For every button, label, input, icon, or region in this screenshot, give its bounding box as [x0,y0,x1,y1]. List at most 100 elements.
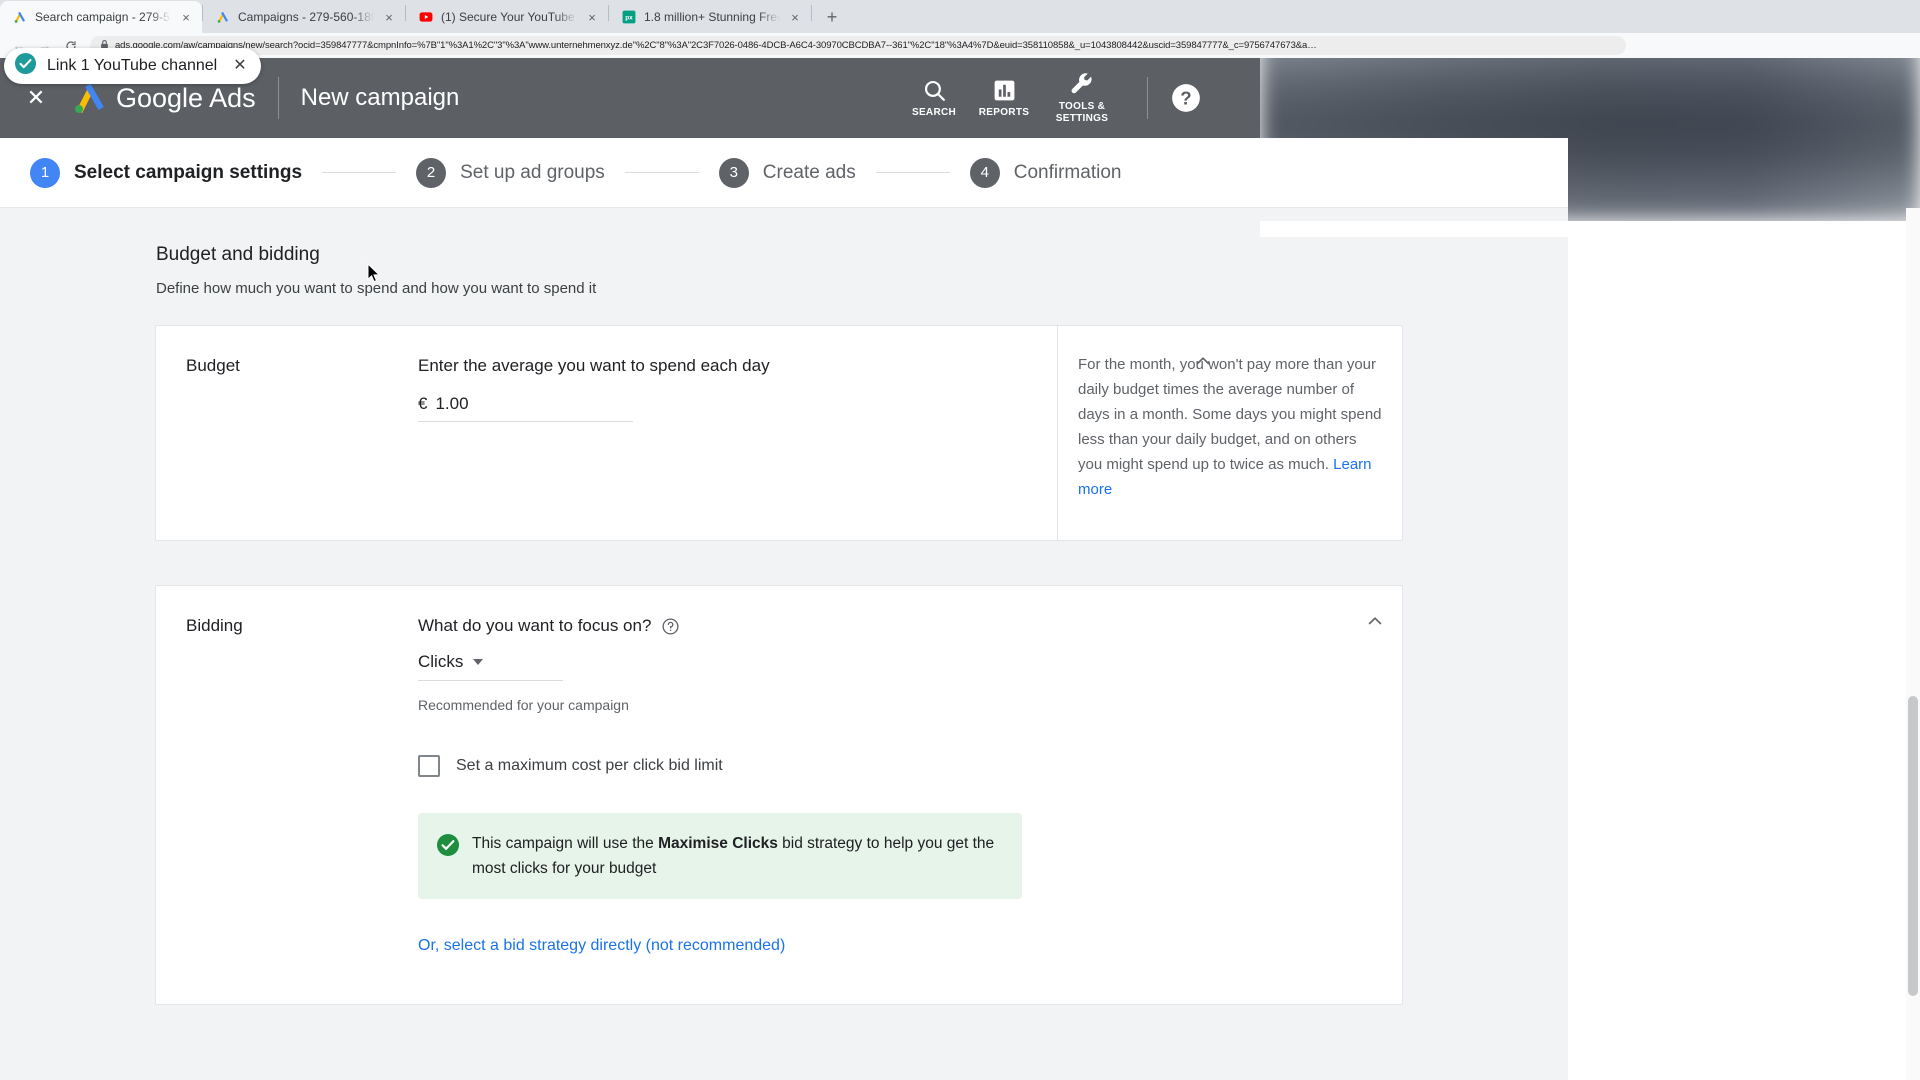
page-title: New campaign [300,84,460,111]
browser-toolbar: ← → ads.google.com/aw/campaigns/new/sear… [0,33,1920,58]
cpc-limit-label: Set a maximum cost per click bid limit [456,757,723,774]
tab-separator [811,4,812,21]
budget-amount-value: 1.00 [435,394,469,413]
tools-label-line1: TOOLS & [1058,101,1106,112]
page-right-filler-2 [1260,221,1568,237]
page-scrollbar[interactable] [1906,208,1920,1080]
search-icon [922,77,947,103]
note-text-before: This campaign will use the [472,835,659,852]
bidding-focus-value: Clicks [418,652,464,671]
reports-button-label: REPORTS [978,107,1030,118]
google-ads-logo-icon [72,83,106,113]
bidding-focus-hint: Recommended for your campaign [418,697,629,713]
google-ads-icon [12,9,28,25]
bidding-card-main: What do you want to focus on? Clicks Rec… [418,586,1402,1004]
google-ads-logo[interactable]: Google Ads [72,83,256,114]
browser-tab-title: Search campaign - 279-560-1 [35,10,171,24]
step-connector [875,172,950,173]
bidding-question: What do you want to focus on? [418,616,652,635]
step-number: 4 [969,157,1000,188]
browser-tab-title: 1.8 million+ Stunning Free Ima [644,10,780,24]
cpc-limit-row[interactable]: Set a maximum cost per click bid limit [418,755,1402,777]
address-bar-url: ads.google.com/aw/campaigns/new/search?o… [115,40,1317,51]
budget-input[interactable]: € 1.00 [418,394,633,422]
mouse-cursor [367,262,381,283]
step-confirmation[interactable]: 4 Confirmation [969,157,1122,188]
tools-settings-button-label: TOOLS & SETTINGS [1056,101,1108,125]
step-number: 1 [30,157,60,188]
close-icon[interactable]: ✕ [233,58,246,74]
step-set-up-ad-groups[interactable]: 2 Set up ad groups [416,157,605,188]
check-circle-filled-icon [436,833,460,862]
pexels-icon: px [621,9,637,25]
close-icon[interactable]: × [178,9,194,25]
browser-tab-strip: Search campaign - 279-560-1 × Campaigns … [0,0,1920,33]
google-ads-wordmark: Google Ads [116,82,256,113]
header-actions: SEARCH REPORTS TOOLS & SETTINGS ? [899,58,1260,138]
step-connector [624,172,699,173]
reports-button[interactable]: REPORTS [969,58,1039,138]
close-icon[interactable]: × [787,9,803,25]
select-bid-strategy-link[interactable]: Or, select a bid strategy directly (not … [418,937,785,955]
reports-bar-chart-icon [992,77,1017,103]
budget-question: Enter the average you want to spend each… [418,356,770,375]
new-tab-button[interactable]: + [818,3,846,31]
bidding-card-label: Bidding [186,616,243,635]
close-icon[interactable]: × [584,9,600,25]
svg-text:px: px [625,15,633,22]
browser-tab-1[interactable]: Search campaign - 279-560-1 × [0,1,202,33]
chevron-down-icon [473,659,484,665]
step-create-ads[interactable]: 3 Create ads [718,157,856,188]
step-label: Confirmation [1013,161,1122,183]
tools-settings-button[interactable]: TOOLS & SETTINGS [1039,58,1125,138]
page-scrollbar-thumb[interactable] [1908,696,1918,996]
content-container: Budget and bidding Define how much you w… [0,208,1568,1005]
step-connector [322,172,397,173]
step-number: 3 [718,157,749,188]
budget-card-main: Enter the average you want to spend each… [418,326,1057,540]
link-youtube-channel-toast[interactable]: Link 1 YouTube channel ✕ [4,48,261,84]
chevron-up-icon[interactable] [1190,348,1216,374]
bid-strategy-note: This campaign will use the Maximise Clic… [418,813,1022,899]
header-divider [277,77,279,119]
close-icon[interactable]: × [381,9,397,25]
svg-text:?: ? [1180,88,1191,109]
search-button[interactable]: SEARCH [899,58,969,138]
step-number: 2 [416,157,447,188]
help-button[interactable]: ? [1170,82,1202,114]
header-actions-divider [1147,77,1148,119]
budget-card-label: Budget [186,356,240,375]
page-body: Budget and bidding Define how much you w… [0,208,1568,1080]
cpc-limit-checkbox[interactable] [418,755,440,777]
browser-tab-4[interactable]: px 1.8 million+ Stunning Free Ima × [609,1,811,33]
campaign-stepper: 1 Select campaign settings 2 Set up ad g… [0,138,1568,208]
page-right-filler [1568,221,1920,1080]
help-circle-icon[interactable] [661,617,680,636]
address-bar[interactable]: ads.google.com/aw/campaigns/new/search?o… [90,36,1626,55]
budget-help-text: For the month, you won't pay more than y… [1057,326,1402,540]
step-label: Set up ad groups [460,161,605,183]
google-ads-icon [215,9,231,25]
currency-symbol: € [418,394,428,413]
bidding-card: Bidding What do you want to focus on? Cl… [155,585,1403,1005]
check-circle-icon [14,52,37,80]
bidding-focus-select[interactable]: Clicks [418,652,563,681]
youtube-icon [418,9,434,25]
tools-label-line2: SETTINGS [1055,113,1109,124]
step-label: Select campaign settings [74,161,303,183]
browser-tab-2[interactable]: Campaigns - 279-560-1893 - × [203,1,405,33]
browser-tab-title: Campaigns - 279-560-1893 - [238,10,374,24]
note-text-bold: Maximise Clicks [658,835,778,852]
step-label: Create ads [762,161,856,183]
browser-tab-title: (1) Secure Your YouTube Acco [441,10,577,24]
step-select-campaign-settings[interactable]: 1 Select campaign settings [30,157,303,188]
chevron-up-icon[interactable] [1362,608,1388,634]
browser-tab-3[interactable]: (1) Secure Your YouTube Acco × [406,1,608,33]
bid-strategy-note-text: This campaign will use the Maximise Clic… [472,831,1002,881]
browser-chrome: Search campaign - 279-560-1 × Campaigns … [0,0,1920,58]
close-campaign-button[interactable]: ✕ [24,86,48,110]
budget-card: Budget Enter the average you want to spe… [155,325,1403,541]
search-button-label: SEARCH [911,107,957,118]
wrench-icon [1070,71,1095,97]
toast-label: Link 1 YouTube channel [47,57,218,74]
